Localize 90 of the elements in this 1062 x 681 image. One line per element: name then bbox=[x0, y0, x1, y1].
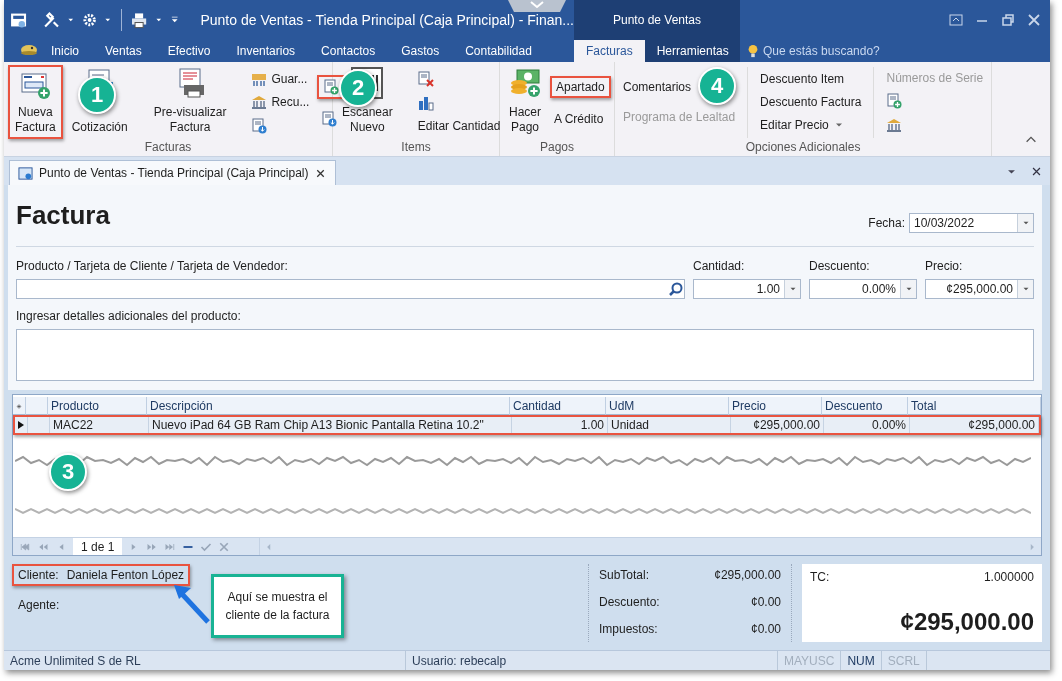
group-label: Items bbox=[401, 140, 431, 154]
key-indicator: MAYUSC bbox=[778, 651, 842, 670]
window-title: Punto de Ventas - Tienda Principal (Caja Principal) - Finan... bbox=[200, 12, 574, 28]
ribbon-button[interactable]: Descuento Item bbox=[756, 70, 849, 88]
customer-label: Cliente: bbox=[18, 568, 59, 582]
ribbon-tab[interactable]: Facturas bbox=[574, 40, 645, 62]
grand-total: ¢295,000.00 bbox=[900, 608, 1034, 636]
user-name: Usuario: rebecalp bbox=[406, 651, 778, 670]
table-cell: Nuevo iPad 64 GB Ram Chip A13 Bionic Pantalla Retina 10.2" bbox=[149, 417, 512, 433]
field-label: Producto / Tarjeta de Cliente / Tarjeta de Vendedor: bbox=[16, 259, 289, 273]
ribbon-tab[interactable]: Herramientas bbox=[644, 40, 741, 62]
field-label: Precio: bbox=[925, 259, 964, 273]
table-cell: 1.00 bbox=[512, 417, 608, 433]
number-field[interactable]: 0.00% bbox=[809, 279, 917, 299]
ribbon-tab[interactable]: Gastos bbox=[388, 40, 453, 62]
printer-icon[interactable] bbox=[131, 11, 148, 29]
total-value: ¢0.00 bbox=[750, 622, 781, 636]
group-label: Facturas bbox=[144, 140, 192, 154]
ribbon-dropdown[interactable]: Editar Precio bbox=[756, 116, 849, 134]
field-label: Fecha: bbox=[868, 215, 905, 230]
table-cell: ¢295,000.00 bbox=[731, 417, 824, 433]
exchange-value: 1.000000 bbox=[983, 570, 1034, 584]
table-cell: 0.00% bbox=[824, 417, 910, 433]
ribbon-button[interactable]: Comentarios bbox=[619, 77, 696, 96]
money-plus-icon bbox=[509, 67, 541, 99]
exchange-label: TC: bbox=[810, 570, 830, 584]
ribbon-tab[interactable]: Inventarios bbox=[223, 40, 309, 62]
number-field[interactable]: 1.00 bbox=[693, 279, 801, 299]
document-download-icon bbox=[321, 111, 338, 127]
product-field[interactable] bbox=[16, 279, 685, 299]
ribbon-button[interactable]: Descuento Factura bbox=[756, 93, 866, 111]
ribbon-tab[interactable]: Efectivo bbox=[154, 40, 224, 62]
bank-icon bbox=[251, 94, 268, 110]
total-label: SubTotal: bbox=[599, 568, 650, 582]
details-field[interactable] bbox=[16, 329, 1034, 381]
ribbon-button[interactable]: A Crédito bbox=[550, 109, 608, 128]
total-label: Impuestos: bbox=[599, 622, 658, 636]
record-position: 1 de 1 bbox=[73, 538, 123, 555]
ribbon-tab[interactable]: Inicio bbox=[38, 40, 92, 62]
ribbon-tab[interactable]: Ventas bbox=[92, 40, 155, 62]
close-icon[interactable] bbox=[1031, 165, 1042, 177]
company-name: Acme Unlimited S de RL bbox=[4, 651, 406, 670]
tab-title: Punto de Ventas - Tienda Principal (Caja Principal) bbox=[39, 166, 309, 180]
ribbon-button[interactable]: Nueva Factura bbox=[8, 65, 63, 139]
document-download-icon bbox=[251, 117, 268, 134]
search-icon[interactable] bbox=[668, 281, 684, 297]
ribbon-button[interactable]: Recu... bbox=[247, 92, 314, 112]
key-indicator: NUM bbox=[841, 651, 882, 670]
customer-name: Daniela Fenton López bbox=[66, 568, 185, 582]
context-title: Punto de Ventas bbox=[612, 13, 702, 27]
group-label: Pagos bbox=[540, 140, 574, 154]
table-cell: MAC22 bbox=[50, 417, 149, 433]
lightbulb-icon bbox=[746, 44, 760, 58]
collapse-handle[interactable] bbox=[508, 0, 566, 12]
table-cell: Unidad bbox=[608, 417, 731, 433]
field-label: Cantidad: bbox=[693, 259, 746, 273]
app-icon[interactable] bbox=[10, 11, 28, 29]
ribbon-button[interactable]: Pre-visualizar Factura bbox=[148, 65, 232, 139]
tools-icon[interactable] bbox=[42, 11, 61, 29]
bank-icon bbox=[886, 117, 903, 133]
total-value: ¢295,000.00 bbox=[714, 568, 781, 582]
date-field[interactable]: 10/03/2022 bbox=[909, 212, 1034, 233]
document-delete-icon bbox=[417, 71, 434, 87]
bar-chart-icon bbox=[417, 95, 434, 111]
ribbon-button[interactable]: Hacer Pago bbox=[504, 65, 546, 139]
ribbon-tab[interactable]: Contabilidad bbox=[452, 40, 545, 62]
ribbon-display-icon[interactable] bbox=[948, 12, 964, 28]
group-label: Opciones Adicionales bbox=[745, 140, 861, 154]
callout: Aquí se muestra el cliente de la factura bbox=[211, 574, 344, 638]
total-label: Descuento: bbox=[599, 595, 660, 609]
form-title: Factura bbox=[16, 200, 110, 231]
app-icon bbox=[18, 165, 33, 181]
restore-icon[interactable] bbox=[1000, 12, 1016, 28]
search-field[interactable]: Que estás buscando? bbox=[763, 44, 913, 58]
document-tab[interactable]: Punto de Ventas - Tienda Principal (Caja Principal) bbox=[9, 160, 337, 185]
arrow bbox=[172, 582, 212, 626]
settings-icon[interactable] bbox=[81, 12, 97, 28]
key-indicator: SCRL bbox=[881, 651, 927, 670]
number-field[interactable]: ¢295,000.00 bbox=[925, 279, 1034, 299]
document-plus-icon bbox=[323, 79, 340, 95]
ribbon-tab[interactable]: Contactos bbox=[308, 40, 389, 62]
field-label: Ingresar detalles adicionales del producto: bbox=[16, 309, 241, 323]
ribbon-button[interactable]: Editar Cantidad bbox=[413, 117, 505, 135]
ribbon-button[interactable]: Apartado bbox=[550, 76, 611, 99]
document-plus-icon bbox=[886, 93, 903, 109]
total-value: ¢0.00 bbox=[750, 595, 781, 609]
ribbon-button[interactable]: Guar... bbox=[247, 68, 312, 89]
table-cell: ¢295,000.00 bbox=[910, 417, 1039, 433]
table-row[interactable]: MAC22 Nuevo iPad 64 GB Ram Chip A13 Bionic Pantalla Retina 10.2" 1.00 Unidad ¢295,000.00 0.00% ¢295,000.00 bbox=[13, 415, 1041, 435]
field-label: Descuento: bbox=[809, 259, 871, 273]
